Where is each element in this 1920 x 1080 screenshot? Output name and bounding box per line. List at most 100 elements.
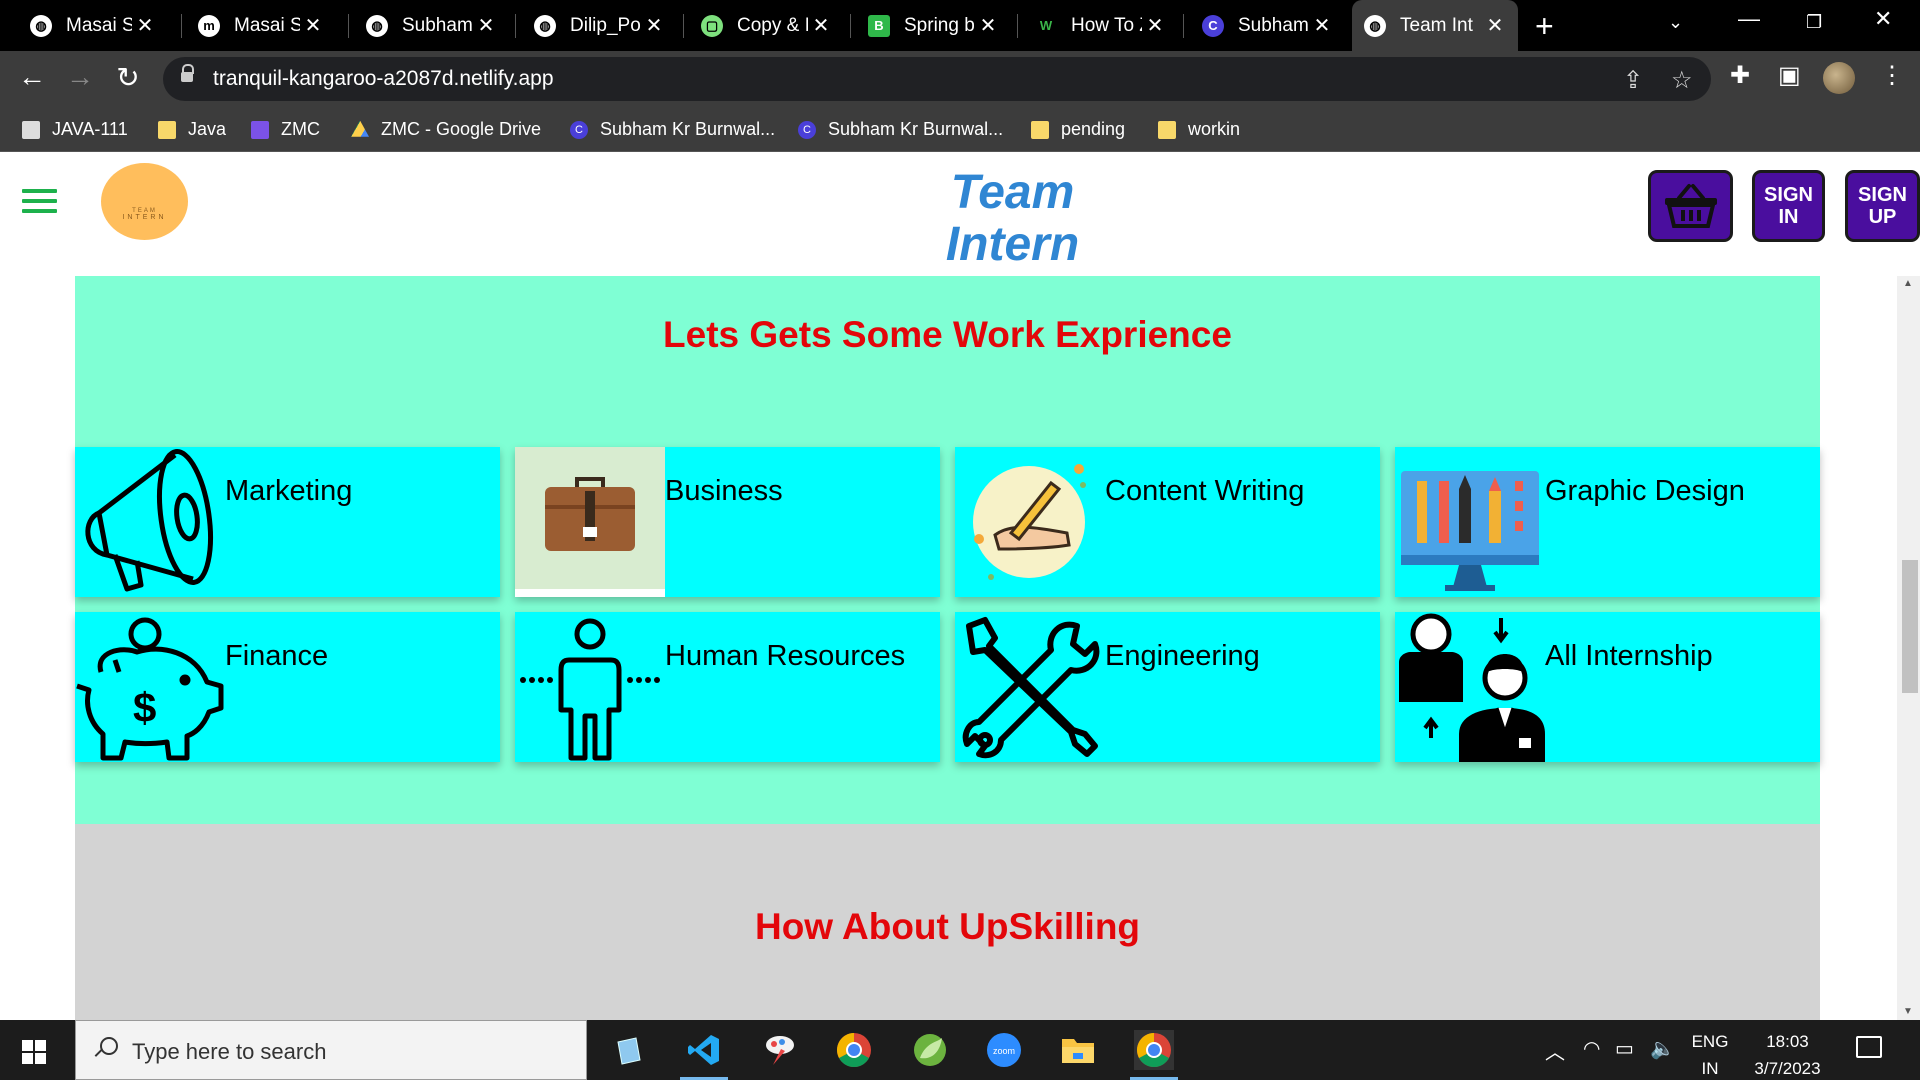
bookmark-item[interactable]: C Subham Kr Burnwal...	[570, 107, 775, 152]
site-logo[interactable]: TEAM INTERN	[101, 163, 188, 240]
close-icon[interactable]: ✕	[473, 13, 499, 38]
bookmark-item[interactable]: Java	[158, 107, 226, 152]
bookmark-item[interactable]: C Subham Kr Burnwal...	[798, 107, 1003, 152]
close-icon[interactable]: ✕	[132, 13, 158, 38]
tab-title: Spring b	[904, 14, 975, 36]
close-icon[interactable]: ✕	[300, 13, 326, 38]
category-card-content-writing[interactable]: Content Writing	[955, 447, 1380, 597]
tab-6[interactable]: W How To Z ✕	[1023, 0, 1178, 51]
share-icon[interactable]: ⇪	[1623, 66, 1643, 95]
sign-up-line-2: UP	[1868, 206, 1897, 228]
notification-center-icon[interactable]	[1856, 1036, 1882, 1058]
close-icon[interactable]: ✕	[1309, 13, 1335, 38]
bookmark-star-icon[interactable]: ☆	[1671, 66, 1693, 95]
close-icon[interactable]: ✕	[1142, 13, 1168, 38]
system-clock[interactable]: 18:03 3/7/2023	[1745, 1028, 1830, 1080]
bookmark-item[interactable]: ZMC - Google Drive	[351, 107, 541, 152]
category-card-all-internship[interactable]: All Internship	[1395, 612, 1820, 762]
bookmark-item[interactable]: ZMC	[251, 107, 320, 152]
profile-avatar[interactable]	[1823, 62, 1855, 94]
search-icon	[94, 1037, 118, 1059]
category-card-marketing[interactable]: Marketing	[75, 447, 500, 597]
new-tab-plus-icon[interactable]: +	[1535, 8, 1554, 45]
language-indicator[interactable]: ENG IN	[1685, 1028, 1735, 1080]
window-close-icon[interactable]: ✕	[1874, 6, 1892, 32]
tab-5[interactable]: B Spring b ✕	[856, 0, 1011, 51]
scroll-down-arrow-icon[interactable]: ▼	[1903, 1006, 1913, 1017]
close-icon[interactable]: ✕	[808, 13, 834, 38]
app-icon	[22, 120, 40, 139]
tab-2[interactable]: ◍ Subham ✕	[354, 0, 509, 51]
tab-3[interactable]: ◍ Dilip_Por ✕	[522, 0, 677, 51]
tab-8-active[interactable]: ◍ Team Int ✕	[1352, 0, 1518, 51]
notepad-app-icon[interactable]	[608, 1030, 648, 1070]
spring-tool-app-icon[interactable]	[910, 1030, 950, 1070]
scrollbar-thumb[interactable]	[1902, 560, 1918, 693]
minimize-icon[interactable]: —	[1738, 6, 1760, 32]
reload-icon[interactable]: ↻	[110, 61, 146, 94]
category-card-business[interactable]: Business	[515, 447, 940, 597]
tab-title: Masai Sc	[66, 14, 132, 36]
volume-icon[interactable]: 🔈	[1650, 1036, 1675, 1061]
address-bar[interactable]: tranquil-kangaroo-a2087d.netlify.app ⇪ ☆	[163, 57, 1711, 101]
tray-chevron-up-icon[interactable]: ︿	[1545, 1036, 1565, 1065]
clock-date: 3/7/2023	[1754, 1059, 1821, 1078]
extensions-puzzle-icon[interactable]: ✚	[1730, 61, 1750, 90]
vscode-app-icon[interactable]	[680, 1030, 728, 1080]
language-line-1: ENG	[1691, 1032, 1729, 1051]
cart-button[interactable]	[1648, 170, 1733, 242]
close-icon[interactable]: ✕	[1482, 13, 1508, 38]
lock-icon	[181, 64, 194, 84]
card-label: All Internship	[1545, 640, 1713, 672]
briefcase-icon	[515, 447, 665, 597]
bookmark-item[interactable]: pending	[1031, 107, 1125, 152]
bookmark-item[interactable]: JAVA-111	[22, 107, 128, 152]
bookmark-item[interactable]: workin	[1158, 107, 1240, 152]
chrome-app-icon[interactable]	[834, 1030, 874, 1070]
folder-icon	[1031, 120, 1049, 139]
page-scrollbar[interactable]: ▲ ▼	[1897, 276, 1920, 1020]
close-icon[interactable]: ✕	[975, 13, 1001, 38]
restore-icon[interactable]: ❐	[1806, 12, 1822, 33]
taskbar-search-box[interactable]: Type here to search	[75, 1020, 587, 1080]
url-text[interactable]: tranquil-kangaroo-a2087d.netlify.app	[213, 67, 554, 91]
zoom-app-icon[interactable]: zoom	[984, 1030, 1024, 1070]
card-label: Business	[665, 475, 783, 507]
wifi-icon[interactable]: ◠	[1583, 1036, 1600, 1061]
back-arrow-icon[interactable]: ←	[14, 61, 50, 93]
close-icon[interactable]: ✕	[641, 13, 667, 38]
category-card-engineering[interactable]: Engineering	[955, 612, 1380, 762]
side-panel-icon[interactable]: ▣	[1778, 61, 1801, 90]
category-card-graphic-design[interactable]: Graphic Design	[1395, 447, 1820, 597]
tab-1[interactable]: m Masai Su ✕	[186, 0, 336, 51]
category-card-finance[interactable]: $ Finance	[75, 612, 500, 762]
bookmark-label: Subham Kr Burnwal...	[600, 119, 776, 139]
tab-7[interactable]: C Subham ✕	[1190, 0, 1345, 51]
tab-search-chevron-icon[interactable]: ⌄	[1668, 12, 1683, 33]
forward-arrow-icon[interactable]: →	[62, 61, 98, 93]
list-icon	[251, 120, 269, 139]
tab-4[interactable]: ▢ Copy & I ✕	[689, 0, 844, 51]
brand-line-1: Team	[950, 166, 1075, 219]
paint-app-icon[interactable]	[760, 1030, 800, 1070]
clock-time: 18:03	[1766, 1032, 1809, 1051]
taskbar: Type here to search zoom ︿ ◠ ▭ 🔈 ENG IN …	[0, 1020, 1920, 1080]
sign-up-button[interactable]: SIGN UP	[1845, 170, 1920, 242]
windows-start-icon[interactable]	[22, 1040, 46, 1064]
tab-0[interactable]: ◍ Masai Sc ✕	[18, 0, 168, 51]
drive-icon	[351, 120, 369, 137]
hamburger-menu-icon[interactable]	[22, 189, 57, 215]
basket-icon	[1664, 184, 1717, 228]
globe-icon: ◍	[534, 14, 556, 37]
sign-in-button[interactable]: SIGN IN	[1752, 170, 1825, 242]
writing-hand-icon	[973, 464, 1086, 580]
battery-icon[interactable]: ▭	[1615, 1036, 1634, 1061]
file-explorer-app-icon[interactable]	[1058, 1030, 1098, 1070]
menu-kebab-icon[interactable]: ⋮	[1880, 61, 1904, 90]
sign-in-line-1: SIGN	[1764, 184, 1813, 206]
category-card-human-resources[interactable]: Human Resources	[515, 612, 940, 762]
scroll-up-arrow-icon[interactable]: ▲	[1903, 278, 1913, 289]
tab-title: Team Int	[1400, 14, 1473, 36]
tab-title: Subham	[402, 14, 473, 36]
chrome-active-app-icon[interactable]	[1130, 1030, 1178, 1080]
